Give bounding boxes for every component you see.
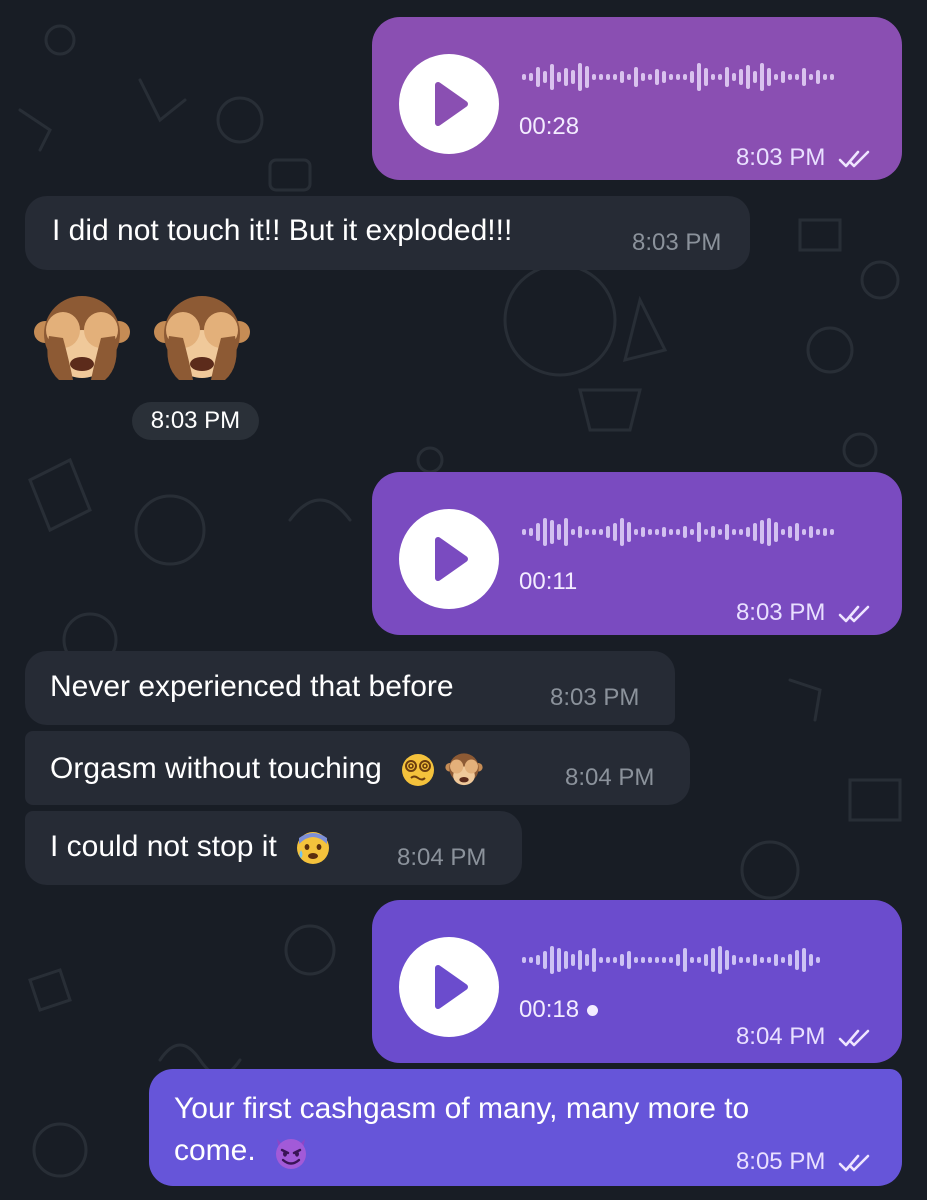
play-button[interactable] — [399, 54, 499, 154]
play-button[interactable] — [399, 937, 499, 1037]
message-time: 8:03 PM — [632, 229, 722, 256]
message-text: Never experienced that before — [50, 670, 454, 703]
incoming-message-bubble[interactable]: I did not touch it!! But it exploded!!! … — [25, 196, 750, 270]
message-meta: 8:03 PM — [736, 599, 872, 627]
message-text: I did not touch it!! But it exploded!!! — [52, 214, 513, 247]
incoming-message-bubble[interactable]: Orgasm without touching 8:04 PM — [25, 731, 690, 805]
message-text: Your first cashgasm of many, many more t… — [174, 1088, 749, 1172]
message-text: Orgasm without touching — [50, 751, 483, 789]
message-meta: 8:03 PM — [736, 144, 872, 172]
voice-message-bubble[interactable]: 00:28 8:03 PM — [372, 17, 902, 180]
message-meta: 8:04 PM — [736, 1023, 872, 1051]
see-no-evil-monkey-icon — [444, 753, 483, 786]
double-check-icon — [838, 1154, 870, 1171]
voice-duration: 00:11 — [519, 568, 578, 595]
waveform[interactable] — [522, 59, 852, 95]
message-time: 8:03 PM — [735, 599, 826, 626]
play-icon — [435, 82, 468, 126]
message-text-content: I could not stop it — [50, 830, 277, 863]
dizzy-face-icon — [402, 754, 435, 786]
voice-message-bubble[interactable]: 00:18 8:04 PM — [372, 900, 902, 1063]
voice-duration-text: 00:18 — [519, 996, 580, 1023]
play-button[interactable] — [399, 509, 499, 609]
play-icon — [435, 537, 468, 581]
message-text-line2: come. — [174, 1130, 749, 1172]
voice-duration: 00:18 — [519, 996, 599, 1024]
chat-area[interactable]: 00:28 8:03 PM I did not touch it!! But i… — [0, 0, 927, 1200]
message-time: 8:04 PM — [735, 1023, 826, 1050]
message-time: 8:05 PM — [735, 1148, 826, 1175]
message-time: 8:03 PM — [735, 144, 826, 171]
incoming-message-bubble[interactable]: Never experienced that before 8:03 PM — [25, 651, 675, 725]
double-check-icon — [838, 605, 870, 622]
anxious-face-with-sweat-icon — [297, 832, 330, 865]
waveform[interactable] — [522, 942, 852, 978]
waveform[interactable] — [522, 514, 852, 550]
incoming-message-bubble[interactable]: I could not stop it 8:04 PM — [25, 811, 522, 885]
message-time: 8:04 PM — [397, 844, 487, 871]
double-check-icon — [838, 1029, 870, 1046]
message-time-badge: 8:03 PM — [132, 402, 259, 440]
unplayed-dot-icon — [587, 1005, 599, 1017]
outgoing-message-bubble[interactable]: Your first cashgasm of many, many more t… — [149, 1069, 902, 1186]
play-icon — [435, 965, 468, 1009]
voice-message-bubble[interactable]: 00:11 8:03 PM — [372, 472, 902, 635]
message-text: I could not stop it — [50, 830, 331, 866]
message-time: 8:03 PM — [550, 684, 640, 711]
message-text-content: Orgasm without touching — [50, 751, 382, 785]
see-no-evil-monkey-icon — [34, 296, 130, 380]
message-text-content: come. — [174, 1134, 256, 1167]
message-time: 8:04 PM — [565, 764, 655, 791]
double-check-icon — [838, 150, 870, 167]
message-text-line: Your first cashgasm of many, many more t… — [174, 1092, 750, 1125]
see-no-evil-monkey-icon — [154, 296, 250, 380]
voice-duration: 00:28 — [519, 113, 580, 140]
smiling-face-with-horns-icon — [276, 1139, 307, 1170]
message-meta: 8:05 PM — [736, 1148, 872, 1176]
